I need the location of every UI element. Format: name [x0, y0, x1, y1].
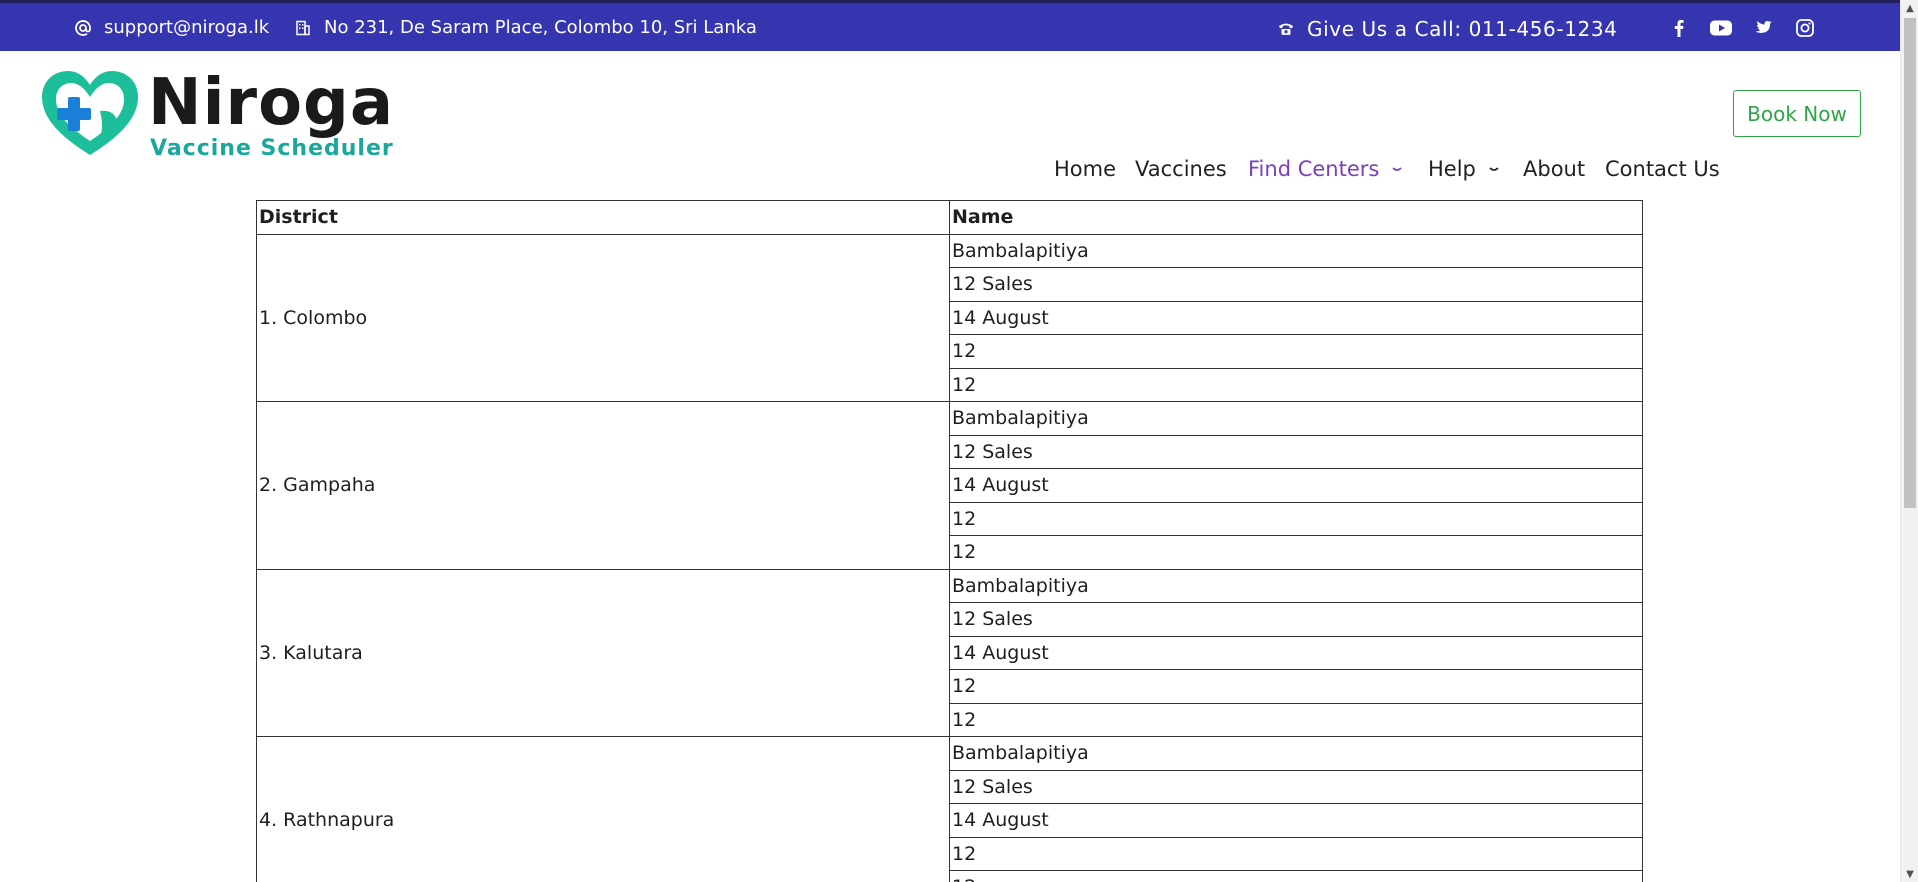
- nav-home[interactable]: Home: [1054, 157, 1116, 181]
- chevron-down-icon: [1489, 167, 1499, 171]
- phone-icon: [1277, 20, 1295, 38]
- district-cell: 2. Gampaha: [256, 401, 950, 570]
- center-name-cell: 12: [949, 501, 1643, 536]
- district-cell: 1. Colombo: [256, 233, 950, 402]
- nav-vaccines[interactable]: Vaccines: [1135, 157, 1227, 181]
- table-row: 2. Gampaha Bambalapitiya: [256, 401, 1643, 570]
- table-row: 3. Kalutara Bambalapitiya: [256, 568, 1643, 737]
- nav-find-centers[interactable]: Find Centers: [1248, 157, 1403, 181]
- scrollbar-thumb[interactable]: [1904, 18, 1916, 508]
- email-contact[interactable]: support@niroga.lk: [74, 17, 269, 38]
- column-header-district: District: [256, 200, 950, 235]
- scroll-down-arrow-icon[interactable]: ▼: [1901, 866, 1918, 882]
- center-name-cell: 14 August: [949, 468, 1643, 503]
- table-row: 4. Rathnapura Bambalapitiya: [256, 736, 1643, 882]
- nav-contact-us[interactable]: Contact Us: [1605, 157, 1720, 181]
- center-name-cell: 12: [949, 836, 1643, 871]
- center-name-cell: 14 August: [949, 635, 1643, 670]
- center-name-cell: Bambalapitiya: [949, 568, 1643, 603]
- heart-cross-logo-icon: [42, 71, 138, 155]
- niroga-logo[interactable]: Niroga Vaccine Scheduler: [38, 69, 393, 164]
- center-name-cell: 14 August: [949, 300, 1643, 335]
- center-name-cell: 12: [949, 702, 1643, 737]
- district-cell: 4. Rathnapura: [256, 736, 950, 882]
- email-text[interactable]: support@niroga.lk: [104, 17, 269, 38]
- top-contact-bar: support@niroga.lk No 231, De Saram Place…: [0, 0, 1900, 51]
- nav-help[interactable]: Help: [1428, 157, 1500, 181]
- table-row: 1. Colombo Bambalapitiya: [256, 233, 1643, 402]
- twitter-icon[interactable]: [1752, 17, 1774, 39]
- center-name-cell: 12: [949, 334, 1643, 369]
- instagram-icon[interactable]: [1794, 17, 1816, 39]
- logo-tagline: Vaccine Scheduler: [150, 136, 394, 161]
- center-name-cell: Bambalapitiya: [949, 401, 1643, 436]
- site-header: Niroga Vaccine Scheduler Home Vaccines F…: [0, 51, 1900, 181]
- table-header-row: District Name: [256, 200, 1643, 235]
- phone-contact[interactable]: Give Us a Call: 011-456-1234: [1277, 17, 1618, 41]
- address-text: No 231, De Saram Place, Colombo 10, Sri …: [324, 17, 757, 38]
- scroll-up-arrow-icon[interactable]: ▲: [1901, 0, 1918, 16]
- center-name-cell: 12: [949, 535, 1643, 570]
- address-contact: No 231, De Saram Place, Colombo 10, Sri …: [294, 17, 757, 38]
- call-text[interactable]: Give Us a Call: 011-456-1234: [1307, 17, 1618, 41]
- center-name-cell: 12 Sales: [949, 769, 1643, 804]
- center-name-cell: 12 Sales: [949, 267, 1643, 302]
- center-name-cell: 12: [949, 367, 1643, 402]
- building-icon: [294, 19, 312, 37]
- centers-table: District Name 1. Colombo Bambalapitiya 1…: [256, 200, 1643, 882]
- center-name-cell: Bambalapitiya: [949, 233, 1643, 268]
- youtube-icon[interactable]: [1710, 17, 1732, 39]
- center-name-cell: 14 August: [949, 803, 1643, 838]
- nav-find-centers-label: Find Centers: [1248, 157, 1380, 181]
- nav-help-label: Help: [1428, 157, 1476, 181]
- district-cell: 3. Kalutara: [256, 568, 950, 737]
- nav-about[interactable]: About: [1523, 157, 1585, 181]
- center-name-cell: 12: [949, 870, 1643, 882]
- at-icon: [74, 19, 92, 37]
- center-name-cell: Bambalapitiya: [949, 736, 1643, 771]
- center-name-cell: 12 Sales: [949, 602, 1643, 637]
- facebook-icon[interactable]: [1668, 17, 1690, 39]
- column-header-name: Name: [949, 200, 1643, 235]
- center-name-cell: 12: [949, 669, 1643, 704]
- logo-wordmark: Niroga: [148, 66, 395, 140]
- center-name-cell: 12 Sales: [949, 434, 1643, 469]
- book-now-button[interactable]: Book Now: [1733, 90, 1861, 137]
- chevron-down-icon: [1392, 167, 1402, 171]
- centers-table-container: District Name 1. Colombo Bambalapitiya 1…: [256, 200, 1643, 882]
- vertical-scrollbar[interactable]: ▲ ▼: [1900, 0, 1918, 882]
